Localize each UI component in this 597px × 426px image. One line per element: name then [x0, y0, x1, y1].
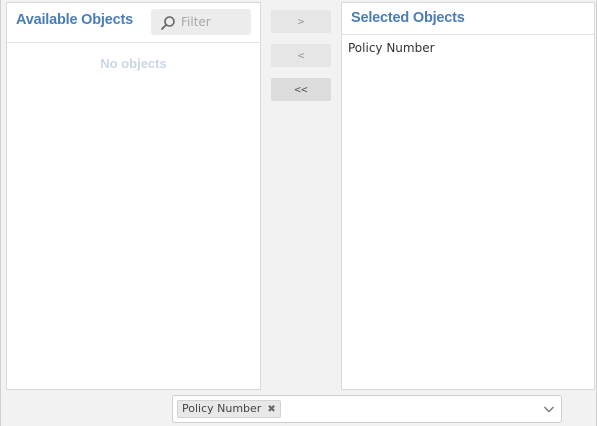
selection-field[interactable]: Policy Number ✖ — [172, 395, 562, 423]
empty-message: No objects — [100, 56, 167, 71]
selected-objects-panel: Selected Objects Policy Number — [341, 2, 595, 390]
selected-tag: Policy Number ✖ — [177, 400, 281, 418]
search-icon — [161, 16, 175, 30]
object-picker: Available Objects No objects > < << Sele… — [0, 0, 597, 426]
available-objects-title: Available Objects — [16, 12, 133, 28]
available-objects-panel: Available Objects No objects — [6, 2, 261, 390]
divider — [0, 0, 1, 426]
move-right-button[interactable]: > — [271, 10, 331, 33]
tag-label: Policy Number — [182, 402, 262, 415]
filter-input[interactable] — [181, 12, 247, 32]
selected-objects-header: Selected Objects — [342, 3, 594, 35]
list-item[interactable]: Policy Number — [348, 41, 435, 55]
move-all-left-button[interactable]: << — [271, 78, 331, 101]
move-left-button[interactable]: < — [271, 44, 331, 67]
close-icon[interactable]: ✖ — [267, 402, 275, 418]
selected-objects-title: Selected Objects — [351, 10, 465, 26]
filter-field[interactable] — [151, 9, 251, 35]
available-objects-header: Available Objects — [7, 3, 260, 43]
chevron-down-icon[interactable] — [543, 403, 555, 415]
